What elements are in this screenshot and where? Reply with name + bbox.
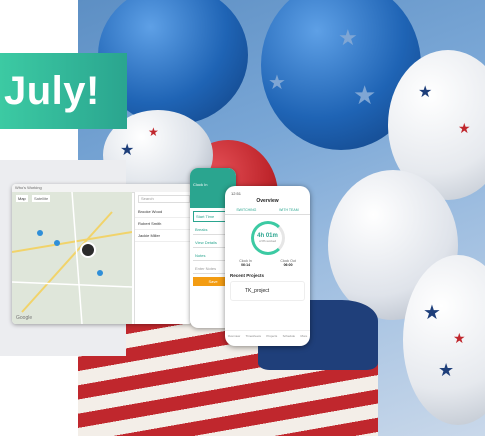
nav-more[interactable]: More	[300, 334, 307, 338]
star-icon: ★	[268, 72, 286, 94]
stat-clock-in: Clock In 06:14	[239, 259, 252, 267]
overview-tabs: SWITCHING WITH TEAM	[225, 208, 310, 215]
star-icon: ★	[418, 84, 433, 101]
nav-timesheets[interactable]: Timesheets	[246, 334, 261, 338]
project-card[interactable]: TK_project	[230, 281, 305, 301]
page-title: Overview	[256, 198, 279, 204]
list-item[interactable]: Robert Smith	[135, 218, 192, 230]
status-time: 12:51	[231, 191, 242, 196]
bottom-nav: Overview Timesheets Projects Schedule Mo…	[225, 330, 310, 338]
list-item[interactable]: Brooke Wood	[135, 206, 192, 218]
map-pin-icon[interactable]	[80, 242, 96, 258]
nav-projects[interactable]: Projects	[266, 334, 277, 338]
map-view[interactable]: Map Satellite Google	[12, 192, 132, 324]
banner-text: July!	[4, 68, 100, 113]
star-icon: ★	[423, 302, 441, 324]
tab-switching[interactable]: SWITCHING	[236, 208, 256, 212]
tablet-mockup: Who's Working Map Satellite Google Searc…	[12, 184, 192, 324]
hours-caption: of 8h worked	[258, 239, 277, 243]
phone-overview-mockup: 12:51 Overview SWITCHING WITH TEAM 4h 01…	[225, 186, 310, 346]
stat-clock-out: Clock Out 06:00	[280, 259, 296, 267]
recent-projects-title: Recent Projects	[230, 273, 265, 278]
star-icon: ★	[458, 120, 471, 136]
map-pin-icon[interactable]	[37, 230, 43, 236]
star-icon: ★	[120, 142, 135, 159]
hours-ring: 4h 01m of 8h worked	[250, 221, 285, 255]
star-icon: ★	[338, 25, 358, 50]
project-name: TK_project	[245, 288, 270, 294]
map-pin-icon[interactable]	[97, 270, 103, 276]
road-lines	[12, 192, 132, 324]
star-icon: ★	[353, 80, 377, 110]
list-item[interactable]: Jackie Miller	[135, 230, 192, 242]
map-pin-icon[interactable]	[54, 240, 60, 246]
search-input[interactable]: Search	[138, 195, 190, 203]
map-attribution: Google	[16, 315, 33, 321]
star-icon: ★	[438, 360, 455, 380]
banner: July!	[0, 53, 127, 129]
star-icon: ★	[148, 125, 159, 139]
clock-stats: Clock In 06:14 Clock Out 06:00	[225, 259, 310, 267]
nav-overview[interactable]: Overview	[228, 334, 241, 338]
tab-with-team[interactable]: WITH TEAM	[279, 208, 299, 212]
people-list: Search Brooke Wood Robert Smith Jackie M…	[134, 192, 192, 324]
nav-schedule[interactable]: Schedule	[283, 334, 296, 338]
star-icon: ★	[453, 330, 466, 346]
